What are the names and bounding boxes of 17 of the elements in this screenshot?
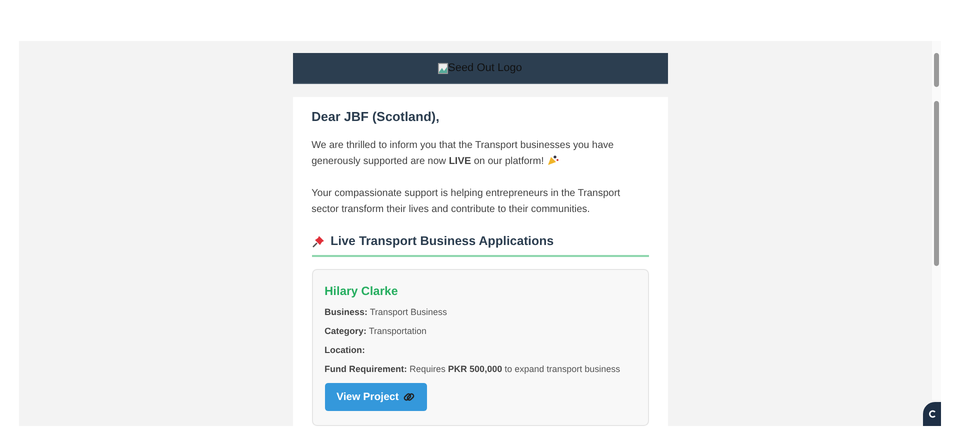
section-title: Live Transport Business Applications	[330, 234, 554, 248]
detail-line: Fund Requirement: Requires PKR 500,000 to expand transport business	[324, 364, 622, 374]
applicant-name: Hilary Clarke	[324, 284, 399, 298]
logo-alt-text: Seed Out Logo	[448, 62, 522, 74]
view-project-button[interactable]: View Project	[324, 383, 427, 411]
paragraph: Your compassionate support is helping entrepreneurs in the Transport sector transform their lives and contribute to their communities.	[312, 187, 622, 217]
pushpin-icon	[312, 234, 324, 248]
detail-line: Location:	[324, 345, 366, 355]
detail-line: Business: Transport Business	[324, 307, 448, 317]
greeting: Dear JBF (Scotland),	[312, 109, 440, 124]
detail-line: Category: Transportation	[324, 326, 428, 336]
paragraph: We are thrilled to inform you that the Transport businesses you have generously supported are now LIVE on our platform!	[312, 139, 615, 169]
chat-button[interactable]	[923, 402, 941, 426]
link-icon	[402, 391, 415, 403]
party-popper-icon	[546, 154, 559, 166]
chat-icon	[928, 410, 936, 418]
broken-image-icon	[438, 62, 448, 74]
